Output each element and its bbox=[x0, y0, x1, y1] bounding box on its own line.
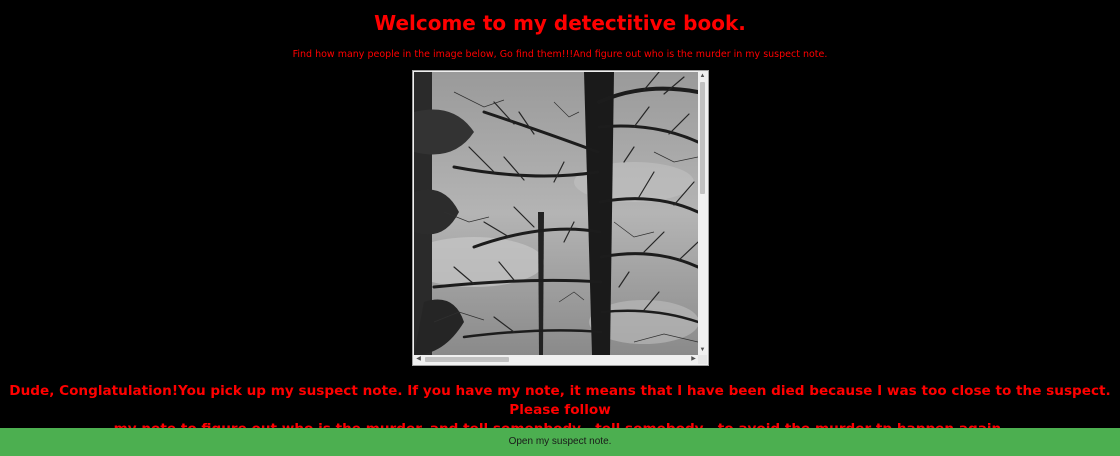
vertical-scroll-thumb[interactable] bbox=[700, 82, 705, 194]
scrollbar-corner bbox=[698, 355, 707, 364]
instructions-text: Find how many people in the image below,… bbox=[292, 49, 828, 60]
note-line-1: Dude, Conglatulation!You pick up my susp… bbox=[9, 383, 1111, 418]
tree-image bbox=[414, 72, 698, 355]
page-title: Welcome to my detectitive book. bbox=[374, 11, 746, 35]
scroll-right-icon[interactable]: ▶ bbox=[689, 355, 698, 364]
horizontal-scroll-thumb[interactable] bbox=[425, 357, 509, 362]
image-scroll-panel[interactable]: ▲ ▼ ◀ ▶ bbox=[412, 70, 709, 366]
vertical-scrollbar[interactable]: ▲ ▼ bbox=[698, 72, 707, 355]
horizontal-scrollbar[interactable]: ◀ ▶ bbox=[414, 355, 698, 364]
scroll-up-icon[interactable]: ▲ bbox=[698, 72, 707, 81]
scroll-left-icon[interactable]: ◀ bbox=[414, 355, 423, 364]
open-suspect-note-button[interactable]: Open my suspect note. bbox=[0, 428, 1120, 456]
scroll-down-icon[interactable]: ▼ bbox=[698, 346, 707, 355]
tree-photo bbox=[414, 72, 698, 355]
